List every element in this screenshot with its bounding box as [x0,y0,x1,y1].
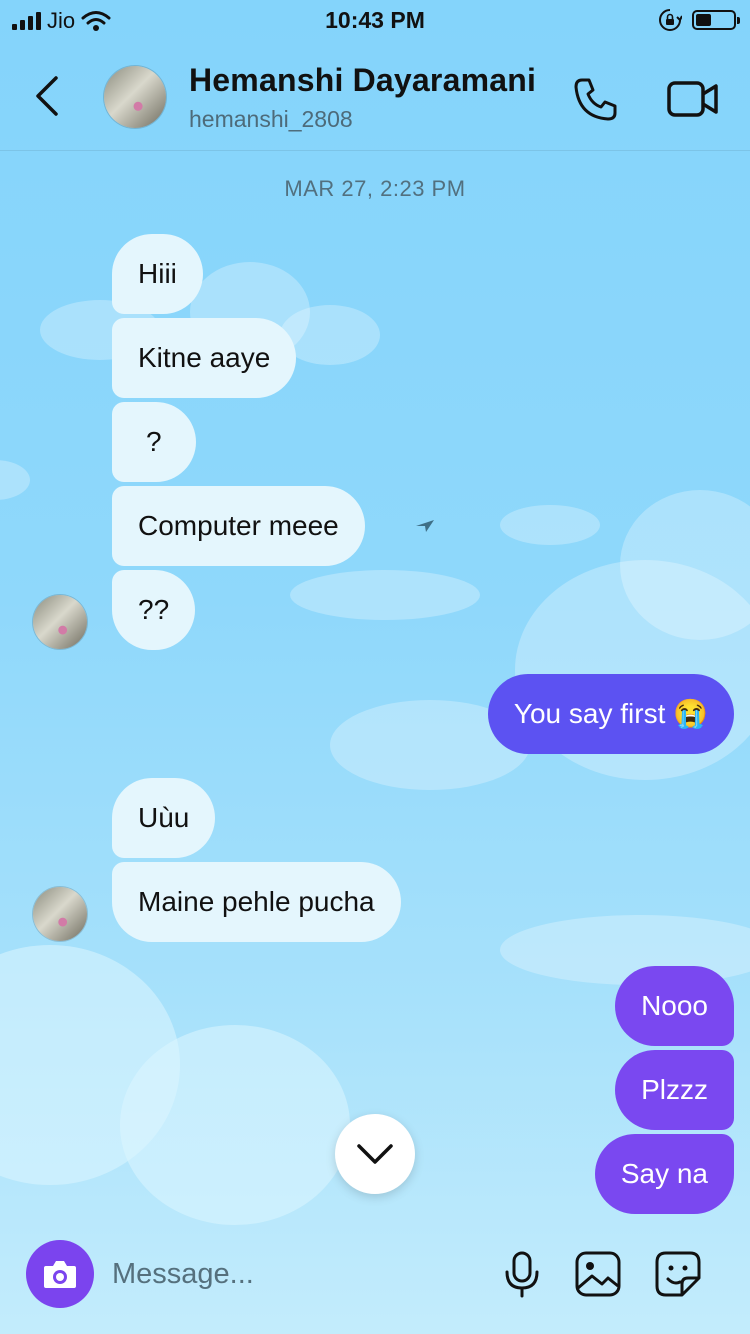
date-divider: MAR 27, 2:23 PM [284,176,466,201]
scroll-to-bottom-button[interactable] [335,1114,415,1194]
contact-avatar[interactable] [104,66,166,128]
phone-icon[interactable] [570,74,620,124]
message-bubble-incoming[interactable]: Computer meee [112,486,365,566]
message-bubble-outgoing[interactable]: Plzzz [615,1050,734,1130]
message-bubble-incoming[interactable]: Kitne aaye [112,318,297,398]
sender-avatar[interactable] [33,887,87,941]
message-bubble-incoming[interactable]: Maine pehle pucha [112,862,401,942]
message-bubble-incoming[interactable]: Uùu [112,778,216,858]
bird-decoration [416,520,434,532]
message-bubble-incoming[interactable]: ? [112,402,196,482]
message-input[interactable] [112,1248,472,1300]
video-camera-icon[interactable] [666,76,720,122]
contact-name[interactable]: Hemanshi Dayaramani [189,62,536,99]
cloud [0,460,30,500]
status-bar: Jio 10:43 PM [0,0,750,40]
message-bubble-outgoing[interactable]: You say first 😭 [487,674,734,754]
gallery-icon[interactable] [574,1250,622,1298]
camera-button[interactable] [26,1240,94,1308]
clock: 10:43 PM [325,7,425,33]
chat-header: Hemanshi Dayaramani hemanshi_2808 [0,44,750,151]
message-bubble-incoming[interactable]: Hiii [112,234,203,314]
sticker-icon[interactable] [654,1250,702,1298]
message-bubble-outgoing[interactable]: Nooo [615,966,734,1046]
contact-handle[interactable]: hemanshi_2808 [189,106,353,133]
cloud [500,505,600,545]
camera-icon [44,1261,76,1288]
cloud [120,1025,350,1225]
battery-level [696,14,711,26]
message-bubble-outgoing[interactable]: Say na [594,1134,734,1214]
message-composer [0,1224,750,1334]
chat-screen: Jio 10:43 PM Hemanshi Dayaramani hemansh… [0,0,750,1334]
status-right [658,8,740,32]
message-bubble-incoming[interactable]: ?? [112,570,196,650]
rotation-lock-icon [659,9,682,31]
battery-icon [692,10,740,30]
chevron-down-icon [357,1144,393,1164]
sender-avatar[interactable] [33,595,87,649]
back-chevron-icon[interactable] [28,74,68,118]
microphone-icon[interactable] [498,1250,546,1298]
cloud [290,570,480,620]
